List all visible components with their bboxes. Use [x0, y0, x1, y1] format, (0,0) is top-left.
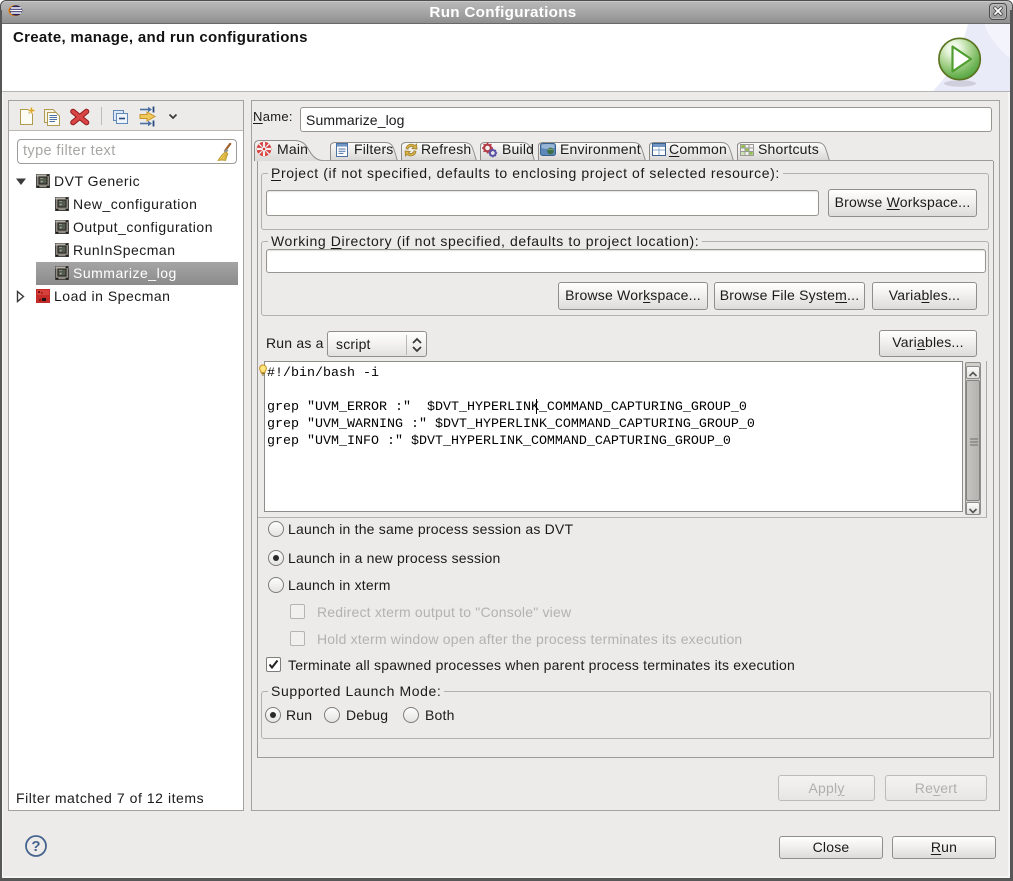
svg-text:?: ?	[31, 838, 40, 855]
